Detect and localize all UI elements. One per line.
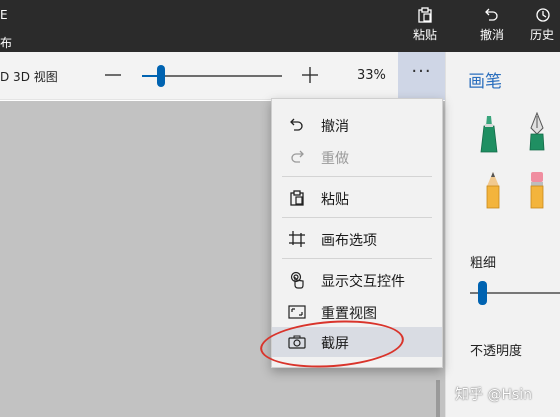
menu-item-undo[interactable]: 撤消 [272, 110, 442, 140]
view-toolbar: D 3D 视图 33% ··· [0, 52, 445, 100]
undo-icon [485, 8, 498, 21]
menu-item-label: 显示交互控件 [321, 274, 405, 290]
menu-item-show-interaction[interactable]: 显示交互控件 [272, 265, 442, 295]
zoom-percent[interactable]: 33% [357, 68, 386, 83]
menu-item-reset-view[interactable]: 重置视图 [272, 297, 442, 327]
menu-divider [282, 258, 432, 259]
thickness-label: 粗细 [470, 256, 497, 271]
history-icon [536, 8, 550, 22]
panel-title: 画笔 [468, 72, 502, 92]
menu-item-label: 画布选项 [321, 233, 377, 249]
paste-icon [418, 7, 432, 23]
menu-item-label: 重置视图 [321, 306, 377, 322]
zoom-in-icon[interactable] [300, 64, 320, 86]
opacity-label: 不透明度 [470, 344, 523, 359]
history-button[interactable]: 历史 [530, 6, 560, 50]
menu-item-label: 重做 [321, 151, 349, 167]
paste-icon [290, 190, 304, 206]
camera-icon [288, 335, 306, 349]
touch-icon [290, 271, 304, 289]
zoom-slider-thumb[interactable] [157, 65, 165, 87]
top-toolbar: E 布 粘贴 撤消 历史 [0, 0, 560, 52]
history-label: 历史 [530, 28, 555, 42]
redo-icon [291, 150, 304, 163]
menu-divider [282, 176, 432, 177]
canvas-button-line2: 布 [0, 36, 13, 50]
view-3d-button[interactable]: D 3D 视图 [0, 68, 58, 85]
undo-icon [290, 118, 303, 131]
reset-view-icon [288, 305, 306, 319]
zoom-out-icon[interactable] [104, 64, 122, 86]
crop-icon [289, 231, 305, 247]
pencil-icon[interactable] [480, 170, 506, 210]
canvas-button-line1: E [0, 8, 8, 22]
menu-item-label: 粘贴 [321, 192, 349, 208]
menu-divider [282, 217, 432, 218]
undo-label: 撤消 [479, 28, 504, 42]
menu-item-label: 截屏 [321, 336, 349, 352]
menu-item-canvas-options[interactable]: 画布选项 [272, 224, 442, 254]
menu-item-paste[interactable]: 粘贴 [272, 183, 442, 213]
more-options-button[interactable]: ··· [398, 52, 445, 100]
marker-brush-icon[interactable] [476, 114, 502, 154]
undo-button[interactable]: 撤消 [472, 6, 512, 50]
canvas-button-partial[interactable]: E 布 [0, 8, 14, 50]
eraser-icon[interactable] [524, 170, 550, 210]
menu-item-label: 撤消 [321, 119, 349, 135]
thickness-slider-thumb[interactable] [478, 281, 487, 305]
more-options-menu: 撤消 重做 粘贴 画布选项 显示交互控件 重置视图 截屏 [271, 98, 443, 368]
brushes-panel: 画笔 粗细 不透明度 [445, 52, 560, 417]
paste-button[interactable]: 粘贴 [405, 6, 445, 50]
vertical-scrollbar[interactable] [436, 380, 440, 417]
menu-item-screenshot[interactable]: 截屏 [272, 327, 442, 357]
calligraphy-pen-icon[interactable] [524, 112, 550, 152]
paste-label: 粘贴 [412, 28, 437, 42]
watermark: 知乎 @Hsin [455, 387, 533, 403]
menu-item-redo[interactable]: 重做 [272, 142, 442, 172]
